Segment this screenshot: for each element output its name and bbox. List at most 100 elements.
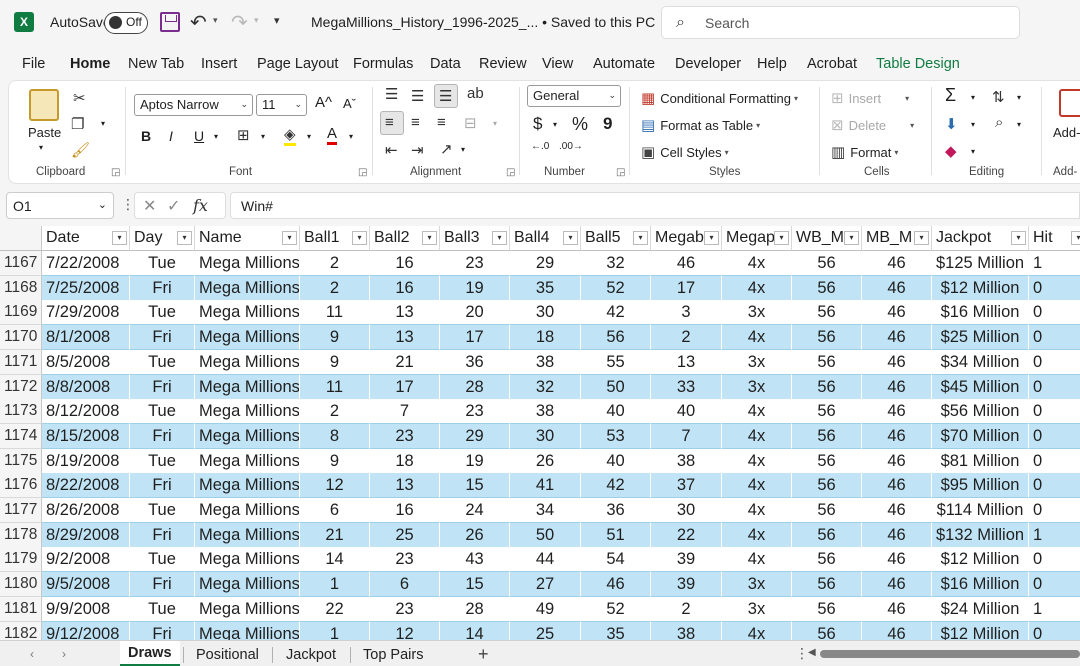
increase-font-size-icon[interactable]: A^: [315, 94, 332, 111]
cell-megaplier[interactable]: 4x: [722, 473, 792, 499]
cell-hit[interactable]: 0: [1029, 621, 1080, 640]
add-sheet-icon[interactable]: +: [478, 644, 489, 665]
more-options-icon[interactable]: ⋮: [121, 196, 135, 213]
row-number[interactable]: 1179: [0, 547, 42, 573]
cell-ball3[interactable]: 28: [440, 596, 510, 622]
cell-date[interactable]: 8/8/2008: [42, 374, 130, 400]
formula-input[interactable]: Win#: [230, 192, 1080, 219]
cell-mb-max[interactable]: 46: [862, 547, 932, 573]
tab-formulas[interactable]: Formulas: [353, 56, 413, 72]
cell-ball4[interactable]: 25: [510, 621, 581, 640]
cell-name[interactable]: Mega Millions: [195, 275, 300, 301]
search-box[interactable]: ⌕ Search: [661, 6, 1020, 39]
sheet-menu-icon[interactable]: ⋮: [795, 645, 809, 662]
column-header-megaplier[interactable]: Megap ▾: [722, 226, 792, 251]
cell-megaplier[interactable]: 4x: [722, 522, 792, 548]
row-number[interactable]: 1180: [0, 572, 42, 598]
document-title[interactable]: MegaMillions_History_1996-2025_... • Sav…: [311, 14, 671, 31]
cell-ball3[interactable]: 28: [440, 374, 510, 400]
cell-date[interactable]: 7/25/2008: [42, 275, 130, 301]
paste-button[interactable]: Paste: [28, 125, 61, 140]
format-painter-icon[interactable]: 🖌: [71, 141, 90, 159]
column-header-day[interactable]: Day ▾: [130, 226, 195, 251]
cell-mb-max[interactable]: 46: [862, 300, 932, 326]
cell-ball3[interactable]: 15: [440, 572, 510, 598]
cell-mb-max[interactable]: 46: [862, 473, 932, 499]
cell-megaplier[interactable]: 4x: [722, 275, 792, 301]
sheet-tab-jackpot[interactable]: Jackpot: [286, 641, 336, 666]
cell-name[interactable]: Mega Millions: [195, 251, 300, 276]
cell-ball3[interactable]: 23: [440, 399, 510, 425]
cell-ball5[interactable]: 56: [581, 325, 651, 351]
cell-day[interactable]: Fri: [130, 423, 195, 449]
cell-ball5[interactable]: 36: [581, 498, 651, 523]
cell-ball2[interactable]: 12: [370, 621, 440, 640]
cell-megaball[interactable]: 30: [651, 498, 722, 523]
find-dropdown-icon[interactable]: ▾: [1017, 120, 1021, 129]
cell-mb-max[interactable]: 46: [862, 522, 932, 548]
delete-cells-button[interactable]: ⊠ Delete ▾: [831, 116, 914, 134]
column-header-ball4[interactable]: Ball4 ▾: [510, 226, 581, 251]
copy-icon[interactable]: ❐: [71, 115, 84, 133]
cell-megaplier[interactable]: 4x: [722, 448, 792, 474]
filter-dropdown-icon[interactable]: ▾: [914, 231, 929, 245]
cell-ball1[interactable]: 6: [300, 498, 370, 523]
cell-ball3[interactable]: 24: [440, 498, 510, 523]
cell-ball2[interactable]: 23: [370, 547, 440, 573]
autosum-dropdown-icon[interactable]: ▾: [971, 93, 975, 102]
decrease-font-size-icon[interactable]: Aˇ: [343, 96, 356, 111]
cell-megaplier[interactable]: 3x: [722, 300, 792, 326]
cell-name[interactable]: Mega Millions: [195, 325, 300, 351]
cell-wb-max[interactable]: 56: [792, 596, 862, 622]
cell-megaplier[interactable]: 4x: [722, 547, 792, 573]
cell-name[interactable]: Mega Millions: [195, 572, 300, 598]
row-number[interactable]: 1170: [0, 325, 42, 351]
cell-megaball[interactable]: 13: [651, 349, 722, 375]
cell-mb-max[interactable]: 46: [862, 374, 932, 400]
cell-ball1[interactable]: 9: [300, 325, 370, 351]
row-header-corner[interactable]: [0, 226, 42, 251]
find-select-icon[interactable]: ⌕: [995, 114, 1003, 131]
filter-dropdown-icon[interactable]: ▾: [422, 231, 437, 245]
tab-home[interactable]: Home: [70, 56, 111, 83]
wrap-text-icon[interactable]: ab: [467, 85, 484, 102]
underline-dropdown-icon[interactable]: ▾: [214, 132, 218, 141]
clear-icon[interactable]: ◆: [945, 142, 957, 160]
cell-date[interactable]: 8/19/2008: [42, 448, 130, 474]
cell-ball2[interactable]: 16: [370, 251, 440, 276]
row-number[interactable]: 1175: [0, 448, 42, 474]
underline-button[interactable]: U: [194, 128, 204, 144]
cell-ball2[interactable]: 23: [370, 596, 440, 622]
cell-ball4[interactable]: 34: [510, 498, 581, 523]
cell-day[interactable]: Fri: [130, 621, 195, 640]
cell-wb-max[interactable]: 56: [792, 572, 862, 598]
cell-date[interactable]: 8/22/2008: [42, 473, 130, 499]
cell-ball4[interactable]: 32: [510, 374, 581, 400]
cell-ball1[interactable]: 2: [300, 399, 370, 425]
column-header-date[interactable]: Date ▾: [42, 226, 130, 251]
filter-dropdown-icon[interactable]: ▾: [282, 231, 297, 245]
cell-ball3[interactable]: 43: [440, 547, 510, 573]
font-launcher-icon[interactable]: ◲: [358, 167, 367, 178]
cell-ball2[interactable]: 6: [370, 572, 440, 598]
tab-review[interactable]: Review: [479, 56, 527, 72]
decrease-decimal-icon[interactable]: .00→: [559, 141, 583, 152]
cell-ball1[interactable]: 9: [300, 448, 370, 474]
cell-hit[interactable]: 1: [1029, 251, 1080, 276]
cell-jackpot[interactable]: $16 Million: [932, 300, 1029, 326]
customize-qat-icon[interactable]: ▾: [274, 14, 280, 27]
cell-name[interactable]: Mega Millions: [195, 399, 300, 425]
currency-button[interactable]: $: [533, 114, 542, 134]
scroll-tabs-left-icon[interactable]: ‹: [30, 647, 34, 661]
orientation-dropdown-icon[interactable]: ▾: [461, 145, 465, 154]
increase-indent-icon[interactable]: ⇥: [411, 141, 424, 159]
cell-jackpot[interactable]: $25 Million: [932, 325, 1029, 351]
row-number[interactable]: 1167: [0, 251, 42, 276]
cell-megaplier[interactable]: 3x: [722, 596, 792, 622]
column-header-ball5[interactable]: Ball5 ▾: [581, 226, 651, 251]
tab-acrobat[interactable]: Acrobat: [807, 56, 857, 72]
save-icon[interactable]: [160, 12, 180, 32]
cell-ball4[interactable]: 18: [510, 325, 581, 351]
cell-ball1[interactable]: 11: [300, 374, 370, 400]
fill-color-icon[interactable]: ◈: [284, 125, 296, 146]
